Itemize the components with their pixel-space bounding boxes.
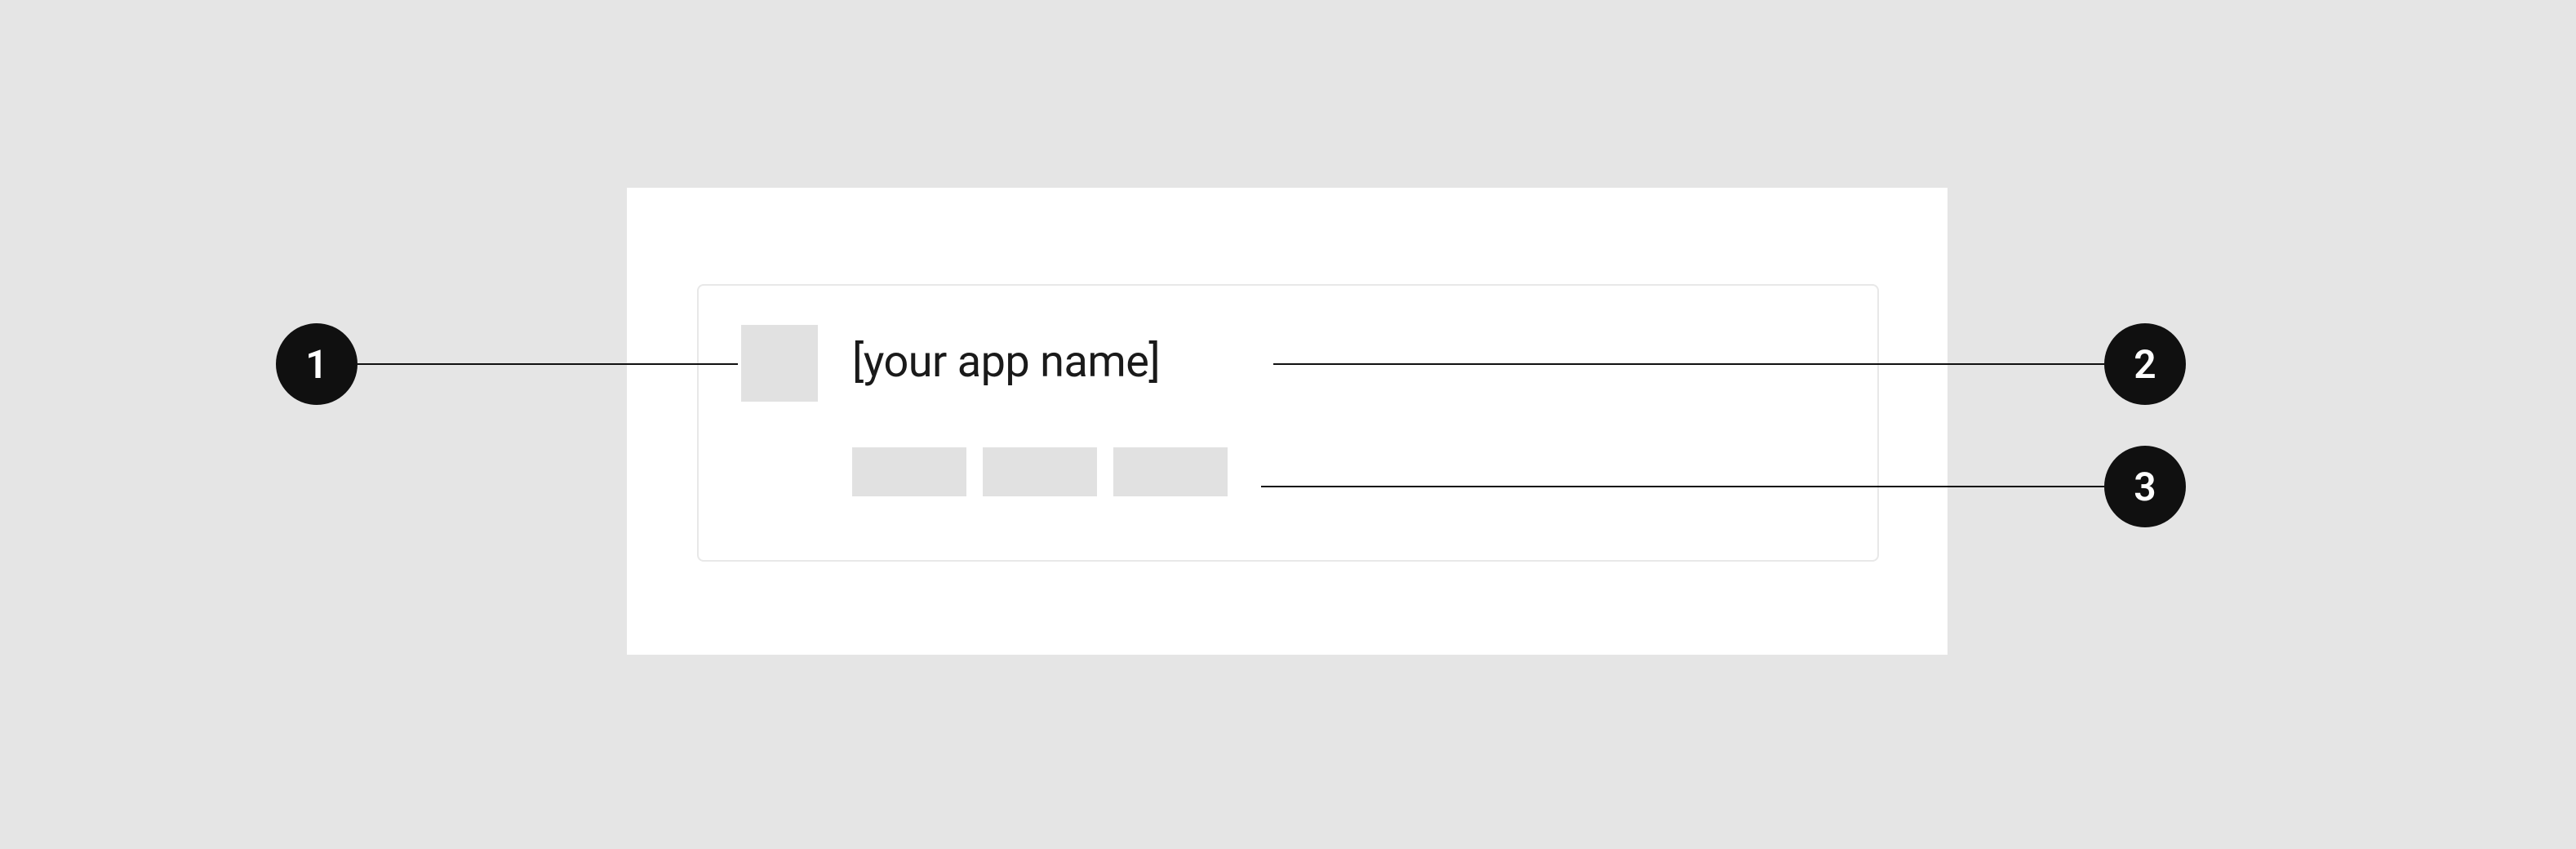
info-chip-placeholder — [983, 447, 1097, 496]
info-chip-placeholder — [852, 447, 966, 496]
app-header-card — [697, 284, 1879, 562]
app-icon-placeholder — [741, 325, 818, 402]
callout-line-3 — [1261, 486, 2104, 487]
app-info-row — [852, 447, 1228, 496]
callout-line-2 — [1273, 363, 2104, 365]
callout-badge-1: 1 — [276, 323, 358, 405]
callout-number: 1 — [305, 341, 327, 388]
info-chip-placeholder — [1113, 447, 1228, 496]
app-name-label: [your app name] — [852, 336, 1160, 388]
callout-line-1 — [358, 363, 738, 365]
callout-badge-2: 2 — [2104, 323, 2186, 405]
callout-number: 3 — [2134, 464, 2156, 510]
callout-badge-3: 3 — [2104, 446, 2186, 527]
callout-number: 2 — [2134, 341, 2156, 388]
